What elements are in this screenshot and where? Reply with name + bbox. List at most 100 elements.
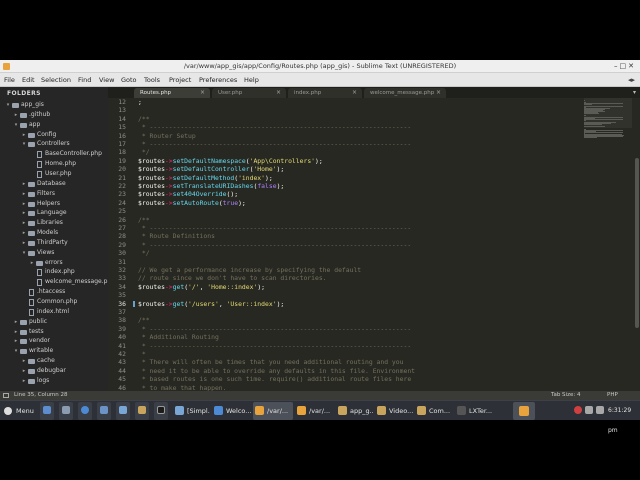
code-editor[interactable]: 12; 13 14/** 15 * -------------------------… bbox=[108, 98, 640, 391]
sidebar-folder[interactable]: ▸ Libraries bbox=[0, 218, 108, 228]
code-line[interactable]: 43 * There will often be times that you … bbox=[108, 358, 578, 366]
code-line[interactable]: 30 */ bbox=[108, 249, 578, 257]
chevron-right-icon[interactable]: ▸ bbox=[21, 218, 27, 228]
start-menu-button[interactable]: Menu bbox=[2, 402, 38, 420]
taskbar-window-button[interactable]: app_g... bbox=[336, 402, 373, 420]
sidebar-file[interactable]: welcome_message.ph bbox=[0, 277, 108, 287]
code-line[interactable]: 36 $routes->get('/users', 'User::index'); bbox=[108, 300, 578, 308]
code-line[interactable]: 45 * based routes is one such time. requ… bbox=[108, 375, 578, 383]
code-line[interactable]: 17 * -----------------------------------… bbox=[108, 140, 578, 148]
tab-overflow-icon[interactable]: ▾ bbox=[633, 87, 636, 98]
code-line[interactable]: 23 $routes->set404Override(); bbox=[108, 190, 578, 198]
chevron-down-icon[interactable]: ▾ bbox=[13, 346, 19, 356]
chevron-right-icon[interactable]: ▸ bbox=[21, 376, 27, 386]
menu-edit[interactable]: Edit bbox=[22, 73, 35, 87]
code-line[interactable]: 14 /** bbox=[108, 115, 578, 123]
launcher-text-editor[interactable] bbox=[116, 402, 130, 420]
editor-tab[interactable]: welcome_message.php × bbox=[364, 88, 446, 98]
menu-tools[interactable]: Tools bbox=[144, 73, 160, 87]
chevron-down-icon[interactable]: ▾ bbox=[13, 120, 19, 130]
tab-close-icon[interactable]: × bbox=[276, 88, 281, 98]
chevron-right-icon[interactable]: ▸ bbox=[13, 110, 19, 120]
sidebar-folder[interactable]: ▸ Helpers bbox=[0, 199, 108, 209]
code-line[interactable]: 20 $routes->setDefaultController('Home'); bbox=[108, 165, 578, 173]
chevron-right-icon[interactable]: ▸ bbox=[21, 208, 27, 218]
chevron-right-icon[interactable]: ▸ bbox=[21, 130, 27, 140]
code-line[interactable]: 24 $routes->setAutoRoute(true); bbox=[108, 199, 578, 207]
code-line[interactable]: 21 $routes->setDefaultMethod('index'); bbox=[108, 174, 578, 182]
code-line[interactable]: 38 /** bbox=[108, 316, 578, 324]
code-line[interactable]: 28 * Route Definitions bbox=[108, 232, 578, 240]
chevron-right-icon[interactable]: ▸ bbox=[21, 356, 27, 366]
sidebar-folder[interactable]: ▾ app_gis bbox=[0, 100, 108, 110]
chevron-right-icon[interactable]: ▸ bbox=[21, 199, 27, 209]
launcher-folder[interactable] bbox=[135, 402, 149, 420]
chevron-right-icon[interactable]: ▸ bbox=[29, 258, 35, 268]
sidebar-folder[interactable]: ▸ Language bbox=[0, 208, 108, 218]
chevron-right-icon[interactable]: ▸ bbox=[13, 336, 19, 346]
menu-selection[interactable]: Selection bbox=[41, 73, 71, 87]
tab-size-selector[interactable]: Tab Size: 4 bbox=[551, 391, 580, 400]
code-line[interactable]: 39 * -----------------------------------… bbox=[108, 325, 578, 333]
editor-tab[interactable]: User.php × bbox=[212, 88, 286, 98]
menu-find[interactable]: Find bbox=[78, 73, 91, 87]
code-line[interactable]: 22 $routes->setTranslateURIDashes(false); bbox=[108, 182, 578, 190]
sidebar-folder[interactable]: ▾ Controllers bbox=[0, 139, 108, 149]
code-line[interactable]: 26 /** bbox=[108, 216, 578, 224]
sidebar-folder[interactable]: ▸ tests bbox=[0, 327, 108, 337]
code-line[interactable]: 31 bbox=[108, 258, 578, 266]
code-line[interactable]: 13 bbox=[108, 106, 578, 114]
code-line[interactable]: 34 $routes->get('/', 'Home::index'); bbox=[108, 283, 578, 291]
chevron-down-icon[interactable]: ▾ bbox=[21, 139, 27, 149]
sidebar-file[interactable]: Common.php bbox=[0, 297, 108, 307]
taskbar-window-button[interactable]: LXTer... bbox=[455, 402, 500, 420]
code-line[interactable]: 33 // route since we don't have to scan d… bbox=[108, 274, 578, 282]
taskbar-window-button[interactable]: /var/... bbox=[295, 402, 334, 420]
sidebar-folder[interactable]: ▾ Views bbox=[0, 248, 108, 258]
sidebar-folder[interactable]: ▸ Filters bbox=[0, 189, 108, 199]
syntax-selector[interactable]: PHP bbox=[607, 391, 618, 400]
menu-file[interactable]: File bbox=[4, 73, 15, 87]
tab-close-icon[interactable]: × bbox=[352, 88, 357, 98]
code-line[interactable]: 25 bbox=[108, 207, 578, 215]
chevron-down-icon[interactable]: ▾ bbox=[5, 100, 11, 110]
tab-close-icon[interactable]: × bbox=[200, 88, 205, 98]
sidebar-folder[interactable]: ▸ Models bbox=[0, 228, 108, 238]
launcher-file-manager[interactable] bbox=[59, 402, 73, 420]
console-icon[interactable] bbox=[3, 393, 9, 398]
menu-view[interactable]: View bbox=[99, 73, 114, 87]
tray-alert-icon[interactable] bbox=[574, 406, 582, 414]
code-line[interactable]: 46 * to make that happen. bbox=[108, 384, 578, 391]
chevron-right-icon[interactable]: ▸ bbox=[21, 366, 27, 376]
sidebar-file[interactable]: BaseController.php bbox=[0, 149, 108, 159]
sidebar-folder[interactable]: ▸ debugbar bbox=[0, 366, 108, 376]
overflow-arrows-icon[interactable]: ◂▸ bbox=[628, 73, 635, 87]
tray-network-icon[interactable] bbox=[585, 406, 593, 414]
tab-close-icon[interactable]: × bbox=[436, 88, 441, 98]
chevron-right-icon[interactable]: ▸ bbox=[21, 189, 27, 199]
sidebar-folder[interactable]: ▾ app bbox=[0, 120, 108, 130]
maximize-icon[interactable]: □ bbox=[620, 62, 629, 70]
taskbar-window-button[interactable]: Video... bbox=[375, 402, 413, 420]
menu-help[interactable]: Help bbox=[244, 73, 259, 87]
code-line[interactable]: 44 * need it to be able to override any … bbox=[108, 367, 578, 375]
launcher-browser[interactable] bbox=[78, 402, 92, 420]
sidebar-folder[interactable]: ▸ ThirdParty bbox=[0, 238, 108, 248]
launcher-database-tool[interactable] bbox=[97, 402, 111, 420]
code-line[interactable]: 42 * bbox=[108, 350, 578, 358]
sidebar-file[interactable]: index.html bbox=[0, 307, 108, 317]
sidebar-folder[interactable]: ▸ vendor bbox=[0, 336, 108, 346]
launcher-show-desktop[interactable] bbox=[40, 402, 54, 420]
sidebar-file[interactable]: index.php bbox=[0, 267, 108, 277]
sidebar-folder[interactable]: ▸ Config bbox=[0, 130, 108, 140]
taskbar-sublime-button[interactable] bbox=[513, 402, 535, 420]
menu-project[interactable]: Project bbox=[169, 73, 191, 87]
code-line[interactable]: 16 * Router Setup bbox=[108, 132, 578, 140]
code-line[interactable]: 40 * Additional Routing bbox=[108, 333, 578, 341]
sidebar-folder[interactable]: ▸ .github bbox=[0, 110, 108, 120]
tray-volume-icon[interactable] bbox=[596, 406, 604, 414]
code-line[interactable]: 32 // We get a performance increase by sp… bbox=[108, 266, 578, 274]
taskbar-window-button[interactable]: /var/... bbox=[253, 402, 293, 420]
sidebar-file[interactable]: Home.php bbox=[0, 159, 108, 169]
taskbar-window-button[interactable]: Com... bbox=[415, 402, 453, 420]
